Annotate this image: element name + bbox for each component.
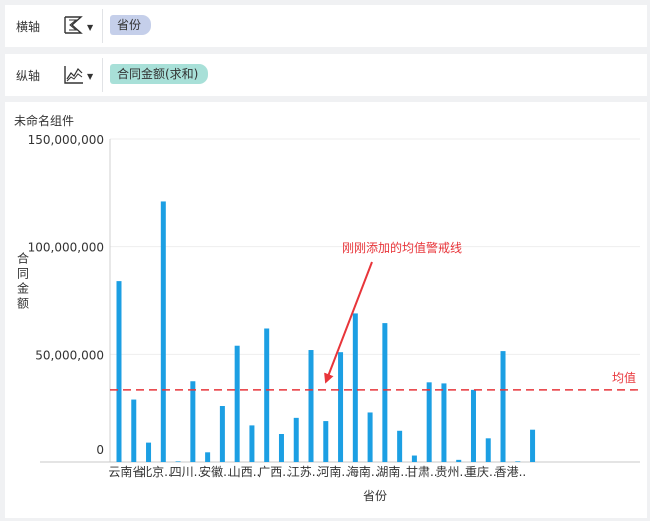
x-tick-label: 江苏.. — [288, 465, 320, 479]
bar[interactable] — [382, 323, 388, 462]
bar[interactable] — [515, 461, 521, 462]
bar[interactable] — [234, 345, 240, 462]
bar[interactable] — [441, 383, 447, 462]
bar[interactable] — [485, 438, 491, 462]
x-tick-label: 海南.. — [347, 464, 379, 479]
bar[interactable] — [338, 352, 344, 462]
bar[interactable] — [323, 421, 329, 462]
bar[interactable] — [293, 417, 299, 462]
bar[interactable] — [426, 382, 432, 462]
bar[interactable] — [175, 461, 181, 462]
bar[interactable] — [219, 406, 225, 462]
x-tick-label: 云南省 — [108, 464, 144, 479]
bar[interactable] — [456, 459, 462, 462]
bar[interactable] — [411, 455, 417, 462]
average-line-label: 均值 — [612, 370, 636, 385]
x-tick-label: 广西.. — [258, 465, 290, 479]
x-tick-label: 贵州.. — [436, 465, 468, 479]
x-tick-label: 山西.. — [229, 465, 261, 479]
bar[interactable] — [131, 399, 137, 462]
x-tick-label: 安徽.. — [199, 464, 231, 479]
x-tick-label: 四川.. — [170, 465, 202, 479]
bar-chart: 0 50,000,000 100,000,000 150,000,000 云南省北京.… — [17, 133, 640, 503]
bar[interactable] — [190, 381, 196, 462]
x-tick-label: 湖南.. — [376, 464, 408, 479]
annotation-arrow — [324, 261, 373, 384]
x-tick-label: 甘肃.. — [406, 465, 438, 479]
bar[interactable] — [367, 412, 373, 462]
bar[interactable] — [205, 452, 211, 462]
x-tick-label: 香港.. — [495, 465, 527, 479]
bar[interactable] — [160, 201, 166, 463]
x-tick-label: 北京.. — [140, 465, 172, 479]
y-axis-title: 合同金额 — [17, 251, 29, 311]
bar[interactable] — [249, 425, 255, 462]
bar[interactable] — [308, 350, 314, 462]
bar[interactable] — [397, 430, 403, 462]
y-tick-label: 0 — [96, 443, 104, 457]
x-tick-label: 重庆.. — [465, 465, 497, 479]
bar[interactable] — [278, 434, 284, 462]
x-tick-label: 河南.. — [317, 464, 349, 479]
bar[interactable] — [530, 429, 536, 462]
y-tick-label: 50,000,000 — [35, 348, 104, 362]
bar[interactable] — [500, 351, 506, 462]
y-tick-label: 100,000,000 — [28, 241, 104, 255]
y-tick-label: 150,000,000 — [28, 133, 104, 147]
bar[interactable] — [146, 442, 152, 462]
x-axis-title: 省份 — [363, 489, 387, 503]
annotation-text: 刚刚添加的均值警戒线 — [342, 240, 462, 255]
bar[interactable] — [116, 281, 122, 462]
bar[interactable] — [264, 328, 270, 462]
bar[interactable] — [470, 389, 476, 462]
bar[interactable] — [352, 313, 358, 462]
